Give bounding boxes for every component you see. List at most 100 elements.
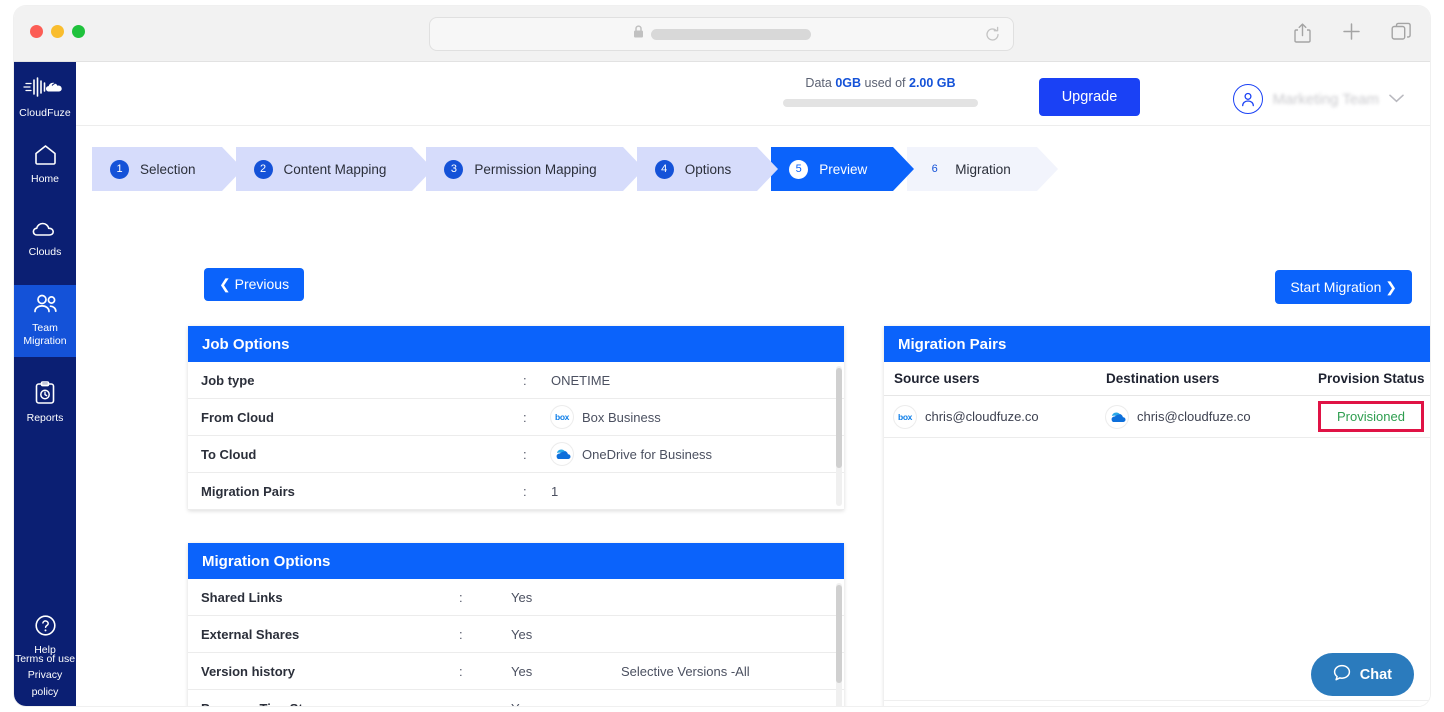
reload-icon[interactable] [984, 26, 1001, 48]
source-user-email: chris@cloudfuze.co [925, 409, 1039, 424]
table-pagination: Show rows: 10 25 50 100 Go to: 1 of 1 ❮ [884, 700, 1430, 706]
browser-toolbar-icons [1293, 22, 1412, 49]
option-key: Job type [201, 373, 523, 388]
wizard-step-content-mapping[interactable]: 2 Content Mapping [236, 147, 413, 191]
user-avatar-icon [1233, 84, 1263, 114]
upgrade-button[interactable]: Upgrade [1039, 78, 1140, 116]
step-number: 6 [925, 160, 944, 179]
step-label: Migration [955, 162, 1011, 177]
job-options-body: Job type : ONETIME From Cloud : box Box … [188, 362, 844, 510]
option-value-cloud: box Box Business [551, 406, 661, 428]
cloudfuze-logo-icon [22, 76, 68, 103]
job-option-row: Job type : ONETIME [188, 362, 844, 399]
destination-user-email: chris@cloudfuze.co [1137, 409, 1251, 424]
share-icon[interactable] [1293, 22, 1312, 49]
option-colon: : [523, 484, 551, 499]
migration-options-panel: Migration Options Shared Links : Yes Ext… [188, 543, 844, 706]
job-options-scrollbar-thumb[interactable] [836, 368, 842, 468]
chat-button-label: Chat [1360, 667, 1392, 683]
migration-option-row: Preserve TimeStamp : Yes [188, 690, 844, 706]
step-label: Content Mapping [284, 162, 387, 177]
sidebar-item-team-migration[interactable]: Team Migration [14, 285, 76, 357]
option-colon: : [459, 701, 511, 707]
start-migration-label: Start Migration [1290, 279, 1381, 295]
tabs-overview-icon[interactable] [1391, 22, 1412, 49]
address-bar[interactable] [429, 17, 1014, 51]
wizard-step-options[interactable]: 4 Options [637, 147, 758, 191]
maximize-window-button[interactable] [72, 25, 85, 38]
start-migration-button[interactable]: Start Migration ❯ [1275, 270, 1412, 304]
chevron-left-icon: ❮ [219, 276, 231, 292]
data-usage: Data 0GB used of 2.00 GB [783, 76, 978, 107]
url-text-redacted [651, 29, 811, 40]
wizard-step-preview[interactable]: 5 Preview [771, 147, 893, 191]
option-extra: Selective Versions -All [621, 664, 750, 679]
cloud-icon [16, 219, 74, 243]
wizard-step-permission-mapping[interactable]: 3 Permission Mapping [426, 147, 622, 191]
migration-pairs-panel: Migration Pairs Source users Destination… [884, 326, 1430, 706]
data-usage-used: 0GB [835, 76, 861, 90]
option-value: Yes [511, 590, 621, 605]
window-traffic-lights [30, 25, 85, 38]
app-header: Data 0GB used of 2.00 GB Upgrade Marketi… [76, 62, 1430, 126]
box-icon: box [894, 406, 916, 428]
wizard-step-migration[interactable]: 6 Migration [907, 147, 1037, 191]
data-usage-middle: used of [865, 76, 906, 90]
sidebar-item-home[interactable]: Home [14, 135, 76, 195]
migration-pairs-header-row: Source users Destination users Provision… [884, 362, 1430, 396]
sidebar-item-label: Clouds [29, 246, 62, 258]
clipboard-clock-icon [16, 381, 74, 409]
onedrive-icon [1106, 406, 1128, 428]
option-key: Version history [201, 664, 459, 679]
minimize-window-button[interactable] [51, 25, 64, 38]
sidebar-item-label: Team Migration [23, 322, 66, 347]
chat-button[interactable]: Chat [1311, 653, 1414, 696]
lock-icon [633, 25, 644, 43]
plus-icon[interactable] [1342, 22, 1361, 49]
option-value-label: Box Business [582, 410, 661, 425]
data-usage-text: Data 0GB used of 2.00 GB [783, 76, 978, 90]
option-colon: : [459, 590, 511, 605]
option-key: Shared Links [201, 590, 459, 605]
step-number: 4 [655, 160, 674, 179]
status-badge: Provisioned [1318, 401, 1424, 432]
option-key: To Cloud [201, 447, 523, 462]
option-key: From Cloud [201, 410, 523, 425]
option-value: 1 [551, 484, 558, 499]
step-label: Preview [819, 162, 867, 177]
option-value-label: OneDrive for Business [582, 447, 712, 462]
sidebar-item-reports[interactable]: Reports [14, 373, 76, 434]
sidebar: CloudFuze Home Clouds Team Migration [14, 62, 76, 706]
account-menu[interactable]: Marketing Team [1233, 84, 1404, 114]
migration-option-row: External Shares : Yes [188, 616, 844, 653]
migration-pairs-title: Migration Pairs [884, 326, 1430, 362]
option-colon: : [523, 447, 551, 462]
brand-logo[interactable]: CloudFuze [14, 62, 76, 119]
step-label: Permission Mapping [474, 162, 596, 177]
job-options-panel: Job Options Job type : ONETIME From Clou… [188, 326, 844, 510]
option-colon: : [459, 664, 511, 679]
migration-option-row: Version history : Yes Selective Versions… [188, 653, 844, 690]
cell-source-user: box chris@cloudfuze.co [884, 406, 1106, 428]
column-header-provision-status: Provision Status [1318, 371, 1430, 386]
close-window-button[interactable] [30, 25, 43, 38]
cell-destination-user: chris@cloudfuze.co [1106, 406, 1318, 428]
privacy-policy-link[interactable]: Privacy policy [14, 667, 76, 700]
sidebar-item-clouds[interactable]: Clouds [14, 211, 76, 268]
previous-button[interactable]: ❮ Previous [204, 268, 304, 301]
option-value: Yes [511, 627, 621, 642]
sidebar-legal-links: Terms of use Privacy policy [14, 651, 76, 700]
option-colon: : [459, 627, 511, 642]
column-header-source-users: Source users [884, 371, 1106, 386]
migration-options-scrollbar-thumb[interactable] [836, 585, 842, 683]
main-content: Data 0GB used of 2.00 GB Upgrade Marketi… [76, 62, 1430, 706]
migration-option-row: Shared Links : Yes [188, 579, 844, 616]
users-icon [16, 293, 74, 319]
account-name: Marketing Team [1273, 91, 1379, 108]
terms-of-use-link[interactable]: Terms of use [14, 651, 76, 667]
wizard-step-selection[interactable]: 1 Selection [92, 147, 222, 191]
option-value: ONETIME [551, 373, 610, 388]
job-option-row: Migration Pairs : 1 [188, 473, 844, 510]
chevron-right-icon: ❯ [1385, 279, 1397, 295]
table-row[interactable]: box chris@cloudfuze.co chris@cloudfuze.c… [884, 396, 1430, 438]
